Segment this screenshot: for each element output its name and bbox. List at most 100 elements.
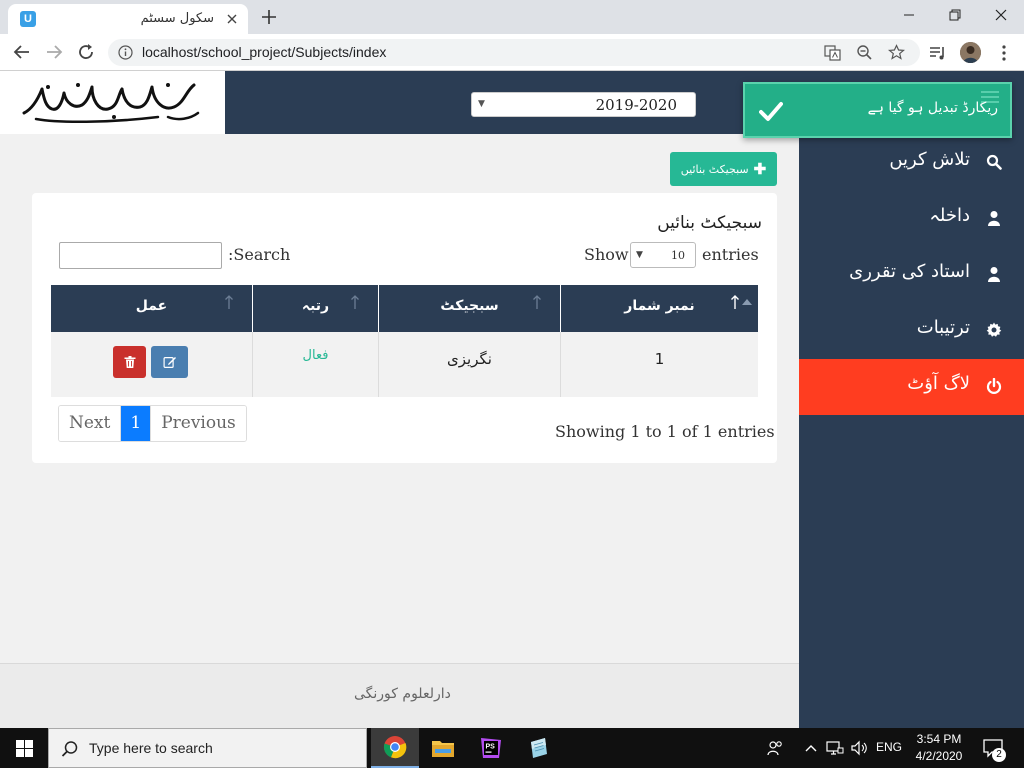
current-page-button[interactable]: 1 <box>121 406 152 441</box>
success-notification: ریکارڈ تبدیل ہو گیا ہے <box>743 82 1012 138</box>
taskbar-search-placeholder: Type here to search <box>89 740 213 756</box>
phpstorm-icon[interactable]: PS <box>467 728 515 768</box>
user-icon <box>986 266 1002 282</box>
search-icon <box>61 740 79 758</box>
sort-icon <box>350 294 360 310</box>
reload-icon[interactable] <box>76 42 96 62</box>
cell-actions <box>51 332 253 397</box>
chevron-down-icon: ▼ <box>478 99 485 109</box>
length-label-entries: entries <box>702 245 759 264</box>
logo <box>0 71 225 134</box>
logo-calligraphy <box>22 83 200 124</box>
minimize-icon[interactable] <box>886 0 932 30</box>
chevron-up-icon[interactable] <box>802 739 820 757</box>
browser-tab[interactable]: U سکول سسٹم <box>8 4 248 34</box>
sidebar-item-label: استاد کی تقرری <box>849 261 970 282</box>
windows-start-icon[interactable] <box>0 728 48 768</box>
column-header-action[interactable]: عمل <box>51 285 253 332</box>
edit-button[interactable] <box>151 346 188 378</box>
translate-icon[interactable] <box>824 44 841 61</box>
sidebar-item-label: داخلہ <box>929 205 970 226</box>
taskbar-search-box[interactable]: Type here to search <box>48 728 367 768</box>
bookmark-star-icon[interactable] <box>888 44 905 61</box>
windows-taskbar: Type here to search PS ENG 3:54 PM 4/2/2… <box>0 728 1024 768</box>
new-tab-icon[interactable] <box>260 8 278 26</box>
sort-caret-icon <box>742 299 752 305</box>
serial-number: 1 <box>654 350 665 368</box>
clock-date[interactable]: 4/2/2020 <box>914 749 964 763</box>
chevron-down-icon: ▼ <box>636 250 643 260</box>
column-header-label: نمبر شمار <box>624 298 695 314</box>
plus-icon: ✚ <box>753 160 767 178</box>
notification-text: ریکارڈ تبدیل ہو گیا ہے <box>867 100 998 116</box>
subjects-card: سبجیکٹ بنائیں Show ▼ 10 entries :Search … <box>32 193 777 463</box>
more-menu-icon[interactable] <box>994 43 1014 63</box>
address-bar[interactable]: localhost/school_project/Subjects/index <box>108 39 920 66</box>
cell-status: فعال <box>253 332 379 397</box>
cell-subject: نگریزی <box>379 332 561 397</box>
cell-serial: 1 <box>561 332 758 397</box>
people-icon[interactable] <box>766 739 784 757</box>
forward-arrow-icon[interactable] <box>44 42 64 62</box>
close-window-icon[interactable] <box>978 0 1024 30</box>
svg-text:PS: PS <box>486 744 496 751</box>
power-icon <box>986 378 1002 394</box>
subject-name: نگریزی <box>447 350 492 368</box>
length-label-show: Show <box>584 245 629 264</box>
zoom-icon[interactable] <box>856 44 873 61</box>
pagination: Next 1 Previous <box>58 405 247 442</box>
tab-close-icon[interactable] <box>224 11 240 27</box>
tab-title: سکول سسٹم <box>140 11 214 26</box>
chrome-taskbar-icon[interactable] <box>371 728 419 768</box>
table-info: Showing 1 to 1 of 1 entries <box>555 422 775 441</box>
sort-icon <box>532 294 542 310</box>
clock-time[interactable]: 3:54 PM <box>914 732 964 746</box>
notepad-app-icon[interactable] <box>515 728 563 768</box>
footer-text: دارلعلوم کورنگی <box>354 686 451 702</box>
create-subject-button[interactable]: ✚ سبجیکٹ بنائیں <box>670 152 777 186</box>
file-explorer-icon[interactable] <box>419 728 467 768</box>
sidebar-item-search[interactable]: تلاش کریں <box>799 135 1024 191</box>
favicon-icon: U <box>20 11 36 27</box>
entries-length-select[interactable]: ▼ 10 <box>630 242 696 268</box>
entries-length-value: 10 <box>671 249 685 262</box>
media-control-icon[interactable] <box>928 43 948 63</box>
restore-icon[interactable] <box>932 0 978 30</box>
search-icon <box>986 154 1002 170</box>
back-arrow-icon[interactable] <box>12 42 32 62</box>
browser-toolbar: localhost/school_project/Subjects/index <box>0 34 1024 71</box>
status-badge: فعال <box>302 348 329 363</box>
column-header-status[interactable]: رتبہ <box>253 285 379 332</box>
column-header-subject[interactable]: سبجیکٹ <box>379 285 561 332</box>
sidebar-item-label: تلاش کریں <box>889 149 970 170</box>
sidebar-item-admission[interactable]: داخلہ <box>799 191 1024 247</box>
browser-tab-strip: U سکول سسٹم <box>0 0 1024 34</box>
academic-year-select[interactable]: ▼ 2019-2020 <box>471 92 696 117</box>
sort-asc-icon <box>730 294 740 310</box>
notification-count-badge: 2 <box>992 748 1006 762</box>
column-header-serial[interactable]: نمبر شمار <box>561 285 758 332</box>
profile-avatar[interactable] <box>960 42 981 63</box>
sidebar-item-settings[interactable]: ترتیبات <box>799 303 1024 359</box>
volume-icon[interactable] <box>850 739 868 757</box>
table-search-input[interactable] <box>59 242 222 269</box>
sidebar-item-logout[interactable]: لاگ آؤٹ <box>799 359 1024 415</box>
sidebar-item-label: لاگ آؤٹ <box>907 373 970 394</box>
table-header: عمل رتبہ سبجیکٹ نمبر شمار <box>51 285 758 332</box>
network-icon[interactable] <box>826 739 844 757</box>
check-icon <box>759 100 783 122</box>
previous-page-button[interactable]: Previous <box>151 406 246 441</box>
info-icon[interactable] <box>118 45 133 60</box>
user-icon <box>986 210 1002 226</box>
search-label: :Search <box>228 245 291 264</box>
sort-icon <box>224 294 234 310</box>
gear-icon <box>986 322 1002 338</box>
input-language[interactable]: ENG <box>876 740 902 754</box>
card-title: سبجیکٹ بنائیں <box>657 213 762 233</box>
page-footer: دارلعلوم کورنگی <box>0 663 799 728</box>
table-row: فعال نگریزی 1 <box>51 332 758 397</box>
sidebar-item-teacher-appointment[interactable]: استاد کی تقرری <box>799 247 1024 303</box>
next-page-button[interactable]: Next <box>59 406 122 441</box>
column-header-label: عمل <box>135 298 168 314</box>
delete-button[interactable] <box>113 346 146 378</box>
